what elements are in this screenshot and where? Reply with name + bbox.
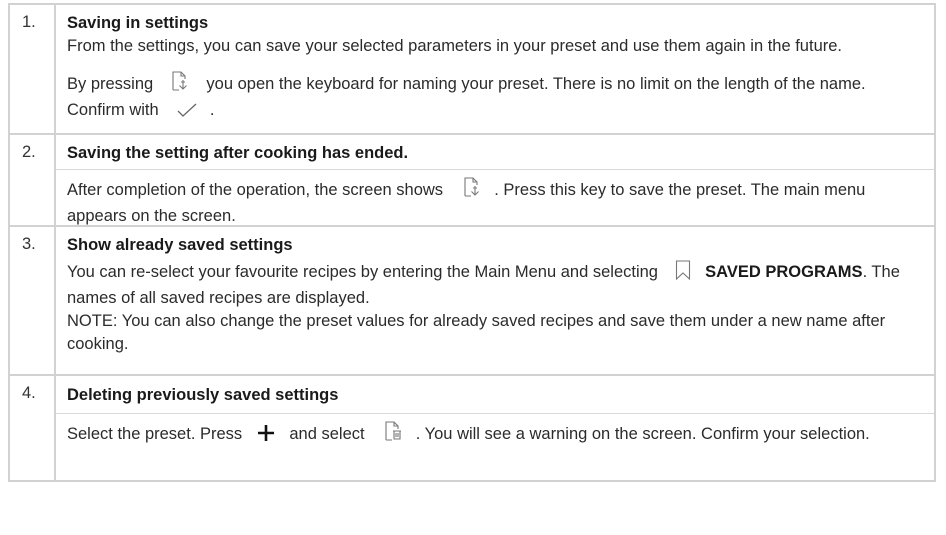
step-row-3: 3. Show already saved settings You can r… <box>10 227 934 376</box>
step-number: 2. <box>10 135 56 225</box>
step-content: Saving the setting after cooking has end… <box>56 135 934 225</box>
step-content: Show already saved settings You can re-s… <box>56 227 934 374</box>
saved-programs-label: SAVED PROGRAMS <box>705 263 863 281</box>
paragraph-text: From the settings, you can save your sel… <box>67 37 843 55</box>
step-content: Saving in settings From the settings, yo… <box>56 5 934 133</box>
paragraph-text: You can re-select your favourite recipes… <box>67 263 658 281</box>
step-paragraph: By pressing you open the keyboard for na… <box>56 64 934 125</box>
delete-preset-icon <box>383 420 403 449</box>
step-paragraph: You can re-select your favourite recipes… <box>56 260 934 310</box>
step-number: 3. <box>10 227 56 374</box>
save-preset-icon <box>462 176 482 205</box>
step-row-4: 4. Deleting previously saved settings Se… <box>10 376 934 480</box>
plus-icon <box>257 424 275 449</box>
step-note: NOTE: You can also change the preset val… <box>67 312 886 353</box>
save-preset-icon <box>170 70 190 99</box>
paragraph-text: After completion of the operation, the s… <box>67 181 444 199</box>
step-number: 1. <box>10 5 56 133</box>
step-paragraph: From the settings, you can save your sel… <box>56 35 934 64</box>
instruction-table: 1. Saving in settings From the settings,… <box>8 3 936 482</box>
step-number: 4. <box>10 376 56 480</box>
paragraph-text: By pressing <box>67 75 154 93</box>
step-title: Saving in settings <box>67 14 209 32</box>
step-title: Show already saved settings <box>67 236 293 254</box>
bookmark-icon <box>675 260 691 287</box>
step-row-2: 2. Saving the setting after cooking has … <box>10 135 934 227</box>
checkmark-icon <box>177 102 197 125</box>
step-title: Deleting previously saved settings <box>67 386 339 404</box>
step-content: Deleting previously saved settings Selec… <box>56 376 934 480</box>
step-paragraph: Select the preset. Press and select . Yo… <box>56 413 934 449</box>
paragraph-text: and select <box>289 425 365 443</box>
paragraph-text: Select the preset. Press <box>67 425 243 443</box>
step-row-1: 1. Saving in settings From the settings,… <box>10 5 934 135</box>
paragraph-text: . You will see a warning on the screen. … <box>415 425 870 443</box>
paragraph-text: . <box>209 101 215 119</box>
step-title: Saving the setting after cooking has end… <box>67 144 409 162</box>
step-paragraph: After completion of the operation, the s… <box>56 169 934 228</box>
